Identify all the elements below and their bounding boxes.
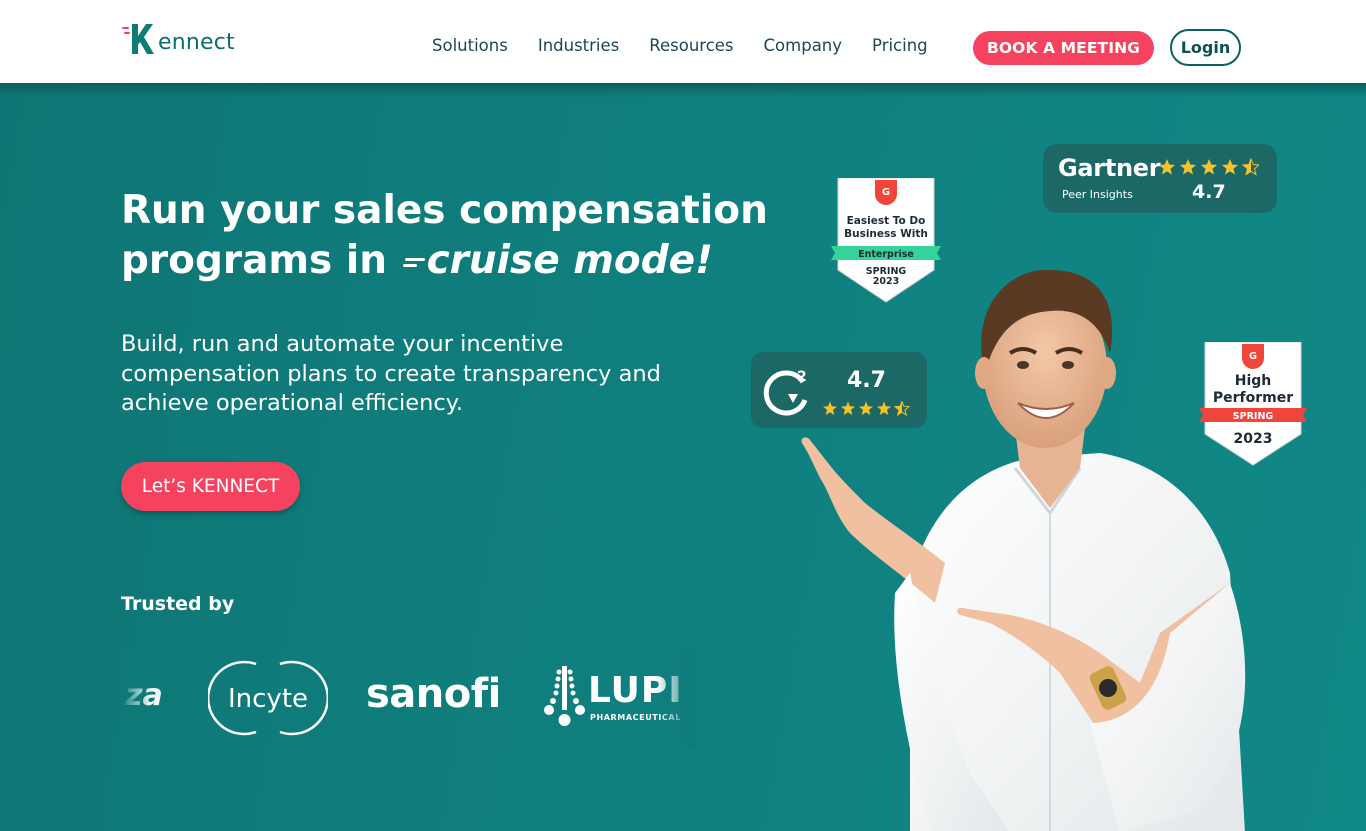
top-navbar: ennect Solutions Industries Resources Co… [0, 0, 1366, 83]
login-button[interactable]: Login [1170, 29, 1241, 66]
g2-high-ribbon: SPRING [1233, 411, 1274, 422]
trusted-by-label: Trusted by [121, 593, 235, 615]
g2-easy-line1: Easiest To Do [847, 215, 926, 227]
gartner-peer-insights: Peer Insights [1062, 188, 1133, 201]
logo-text: ennect [158, 30, 235, 55]
g2-rating-card: 2 4.7 [751, 352, 927, 428]
incyte-logo: Incyte [208, 658, 328, 738]
headline-prefix: programs in [121, 238, 401, 283]
hero-top-shadow [0, 83, 1366, 97]
carousel-fade-left [121, 648, 151, 748]
g2-easy-year: 2023 [873, 276, 899, 287]
nav-company[interactable]: Company [764, 36, 843, 55]
incyte-text: Incyte [227, 684, 309, 714]
g2-score: 4.7 [847, 368, 886, 393]
nav-industries[interactable]: Industries [538, 36, 619, 55]
gartner-rating-badge: Gartner Peer Insights 4.7 [1043, 144, 1277, 213]
gartner-score: 4.7 [1192, 181, 1226, 203]
kennect-logo[interactable]: ennect [122, 22, 235, 56]
g2-high-line2: Performer [1213, 390, 1293, 406]
lupin-flower-icon [544, 666, 585, 726]
g2-high-performer-badge: G High Performer SPRING 2023 [1199, 342, 1307, 466]
headline-emphasis: cruise mode! [426, 238, 713, 283]
hero-headline: Run your sales compensation programs in … [121, 186, 768, 286]
smiling-man-pointing-image [801, 269, 1246, 831]
speed-lines-icon [401, 253, 427, 273]
g2-high-year: 2023 [1234, 431, 1273, 447]
nav-solutions[interactable]: Solutions [432, 36, 508, 55]
carousel-fade-right [656, 648, 696, 748]
gartner-brand: Gartner [1058, 154, 1161, 182]
svg-text:2: 2 [797, 369, 807, 385]
hero-subheading: Build, run and automate your incentive c… [121, 331, 661, 416]
nav-pricing[interactable]: Pricing [872, 36, 928, 55]
client-logo-carousel: za Incyte sanofi [121, 648, 696, 748]
svg-text:G: G [882, 187, 890, 198]
hero-section: Run your sales compensation programs in … [0, 83, 1366, 831]
lets-kennect-button[interactable]: Let’s KENNECT [121, 462, 300, 511]
book-meeting-button[interactable]: BOOK A MEETING [973, 31, 1154, 65]
g2-high-line1: High [1235, 373, 1272, 389]
kennect-k-icon [122, 22, 158, 56]
g2-stars-icon [823, 401, 911, 417]
g2-easy-ribbon: Enterprise [858, 249, 914, 260]
svg-text:G: G [1249, 351, 1257, 362]
sanofi-logo: sanofi [366, 671, 501, 717]
g2-logo-icon: 2 [763, 369, 808, 416]
nav-links: Solutions Industries Resources Company P… [432, 36, 958, 55]
gartner-stars-icon [1159, 158, 1259, 176]
headline-line-1: Run your sales compensation [121, 188, 768, 233]
headline-line-2: programs in cruise mode! [121, 236, 768, 286]
g2-easy-line2: Business With [844, 228, 928, 240]
g2-easiest-business-badge: G Easiest To Do Business With Enterprise… [831, 178, 941, 303]
nav-resources[interactable]: Resources [649, 36, 733, 55]
